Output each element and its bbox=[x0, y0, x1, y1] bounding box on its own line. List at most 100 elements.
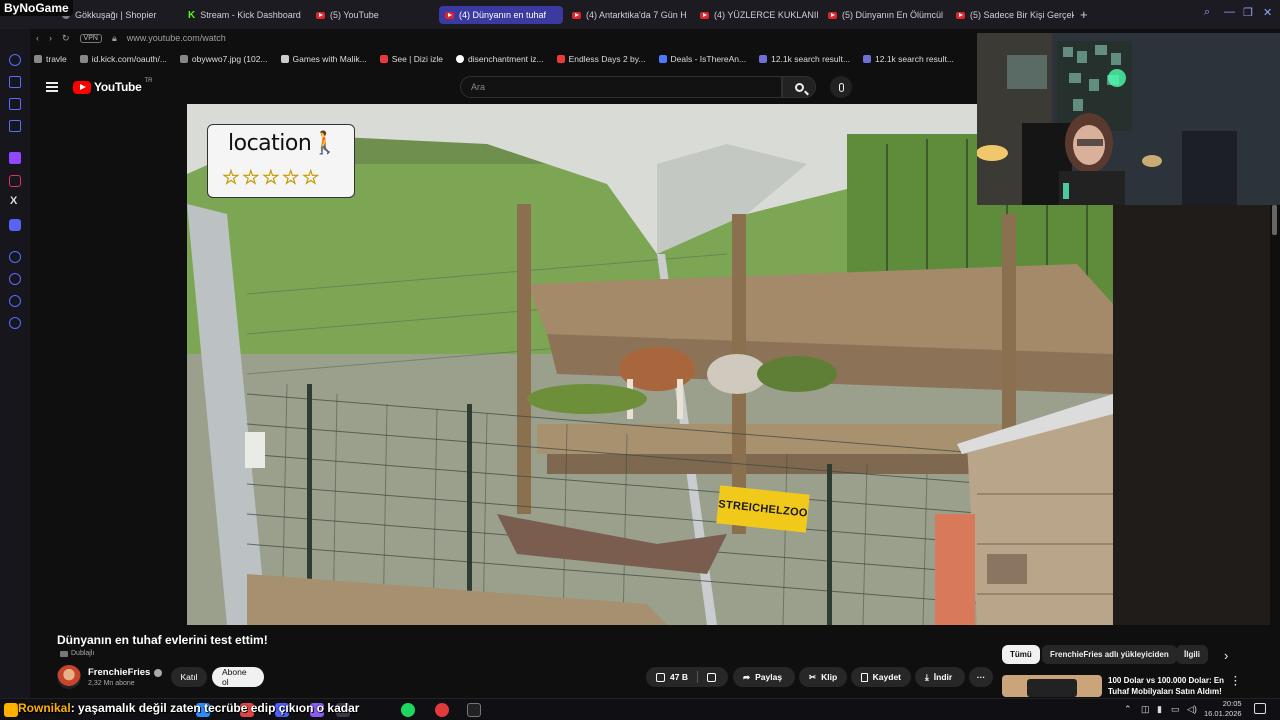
tray-chevron-icon[interactable]: ⌃ bbox=[1124, 704, 1132, 715]
forward-icon[interactable]: › bbox=[49, 33, 52, 43]
x-twitter-icon[interactable]: X bbox=[10, 195, 22, 207]
player-icon[interactable] bbox=[9, 251, 21, 263]
tag-icon bbox=[658, 55, 667, 63]
tab-kick-dashboard[interactable]: K Stream - Kick Dashboard bbox=[182, 6, 308, 24]
tab-youtube[interactable]: (5) YouTube bbox=[310, 6, 434, 24]
tab-kuklanin[interactable]: (4) YÜZLERCE KUKLANIN bbox=[694, 6, 818, 24]
download-button[interactable]: ⤓ İndir bbox=[915, 667, 965, 687]
settings-icon[interactable] bbox=[9, 317, 21, 329]
thumbs-down-icon[interactable] bbox=[706, 672, 716, 682]
tab-shopier[interactable]: Gökkuşağı | Shopier bbox=[56, 6, 176, 24]
webcam-overlay bbox=[977, 33, 1280, 205]
tab-current-video[interactable]: (4) Dünyanın en tuhaf bbox=[439, 6, 563, 24]
tab-antarktika[interactable]: (4) Antarktika'da 7 Gün H bbox=[566, 6, 690, 24]
clip-button[interactable]: ✂ Klip bbox=[799, 667, 847, 687]
new-tab-button[interactable]: + bbox=[1080, 7, 1088, 22]
usb-icon[interactable]: ▮ bbox=[1157, 704, 1162, 715]
bookmark[interactable]: id.kick.com/oauth/... bbox=[79, 54, 167, 64]
microphone-icon bbox=[838, 82, 844, 92]
mail-icon[interactable] bbox=[9, 120, 21, 132]
close-icon[interactable]: ✕ bbox=[1263, 6, 1272, 19]
opera-icon[interactable] bbox=[435, 703, 449, 717]
bookmark[interactable]: obywwo7.jpg (102... bbox=[179, 54, 268, 64]
search-input[interactable]: Ara bbox=[460, 76, 782, 98]
youtube-logo[interactable]: YouTube TR bbox=[73, 78, 152, 94]
menu-icon[interactable] bbox=[46, 82, 58, 92]
network-icon[interactable]: ◫ bbox=[1141, 704, 1150, 715]
chip-all[interactable]: Tümü bbox=[1002, 645, 1040, 664]
subscriber-count: 2,32 Mn abone bbox=[88, 680, 135, 687]
subscribe-button[interactable]: Abone ol bbox=[212, 667, 264, 687]
bookmark[interactable]: Deals - IsThereAn... bbox=[658, 54, 746, 64]
dubbed-badge: Dublajlı bbox=[60, 650, 94, 657]
recommendation-menu-icon[interactable]: · · · bbox=[1234, 673, 1237, 691]
instagram-icon[interactable] bbox=[9, 175, 21, 187]
messenger-icon[interactable] bbox=[9, 98, 21, 110]
address-bar: ‹ › ↻ VPN 🔒︎ www.youtube.com/watch bbox=[30, 29, 980, 47]
youtube-icon bbox=[700, 11, 709, 19]
chat-username: Rownikal bbox=[18, 701, 71, 715]
location-rating-card: location🚶 ☆☆☆☆☆ bbox=[207, 124, 355, 198]
recommendation-title[interactable]: 100 Dolar vs 100.000 Dolar: En Tuhaf Mob… bbox=[1108, 675, 1230, 697]
like-dislike-group: 47 B bbox=[646, 667, 728, 687]
recommendation-thumbnail[interactable] bbox=[1002, 675, 1102, 697]
refresh-sidebar-icon[interactable] bbox=[9, 54, 21, 66]
tab-sadece-bir-kisi[interactable]: (5) Sadece Bir Kişi Gerçek bbox=[950, 6, 1074, 24]
bookmark[interactable]: travle bbox=[34, 54, 67, 64]
bookmark[interactable]: See | Dizi izle bbox=[379, 54, 443, 64]
history-icon[interactable] bbox=[9, 273, 21, 285]
chevron-right-icon[interactable]: › bbox=[1224, 648, 1228, 663]
more-actions-button[interactable]: ··· bbox=[969, 667, 993, 687]
notification-icon[interactable] bbox=[1254, 703, 1266, 714]
channel-name[interactable]: FrenchieFries bbox=[88, 667, 163, 678]
bag-icon[interactable] bbox=[9, 76, 21, 88]
tab-olumcul[interactable]: (5) Dünyanın En Ölümcül K bbox=[822, 6, 946, 24]
bookmark[interactable]: Endless Days 2 by... bbox=[556, 54, 646, 64]
star-rating: ☆☆☆☆☆ bbox=[222, 167, 322, 190]
search-button[interactable] bbox=[782, 76, 816, 98]
system-clock[interactable]: 20:05 16.01.2026 bbox=[1204, 699, 1242, 719]
chip-from-uploader[interactable]: FrenchieFries adlı yükleyiciden bbox=[1042, 645, 1177, 664]
join-button[interactable]: Katıl bbox=[171, 667, 207, 687]
maximize-icon[interactable]: ❐ bbox=[1243, 6, 1253, 19]
share-icon: ➦ bbox=[743, 671, 751, 682]
video-player[interactable]: location🚶 ☆☆☆☆☆ STREICHELZOO bbox=[187, 104, 1113, 625]
volume-icon[interactable]: ◁) bbox=[1187, 704, 1197, 715]
monitor-icon[interactable]: ▭ bbox=[1171, 704, 1180, 715]
spotify-icon[interactable] bbox=[401, 703, 415, 717]
channel-avatar[interactable] bbox=[57, 665, 81, 689]
epic-games-icon[interactable] bbox=[467, 703, 481, 717]
divider bbox=[696, 671, 698, 683]
search-result-icon bbox=[863, 55, 871, 63]
bookmark[interactable]: 12.1k search result... bbox=[759, 54, 850, 64]
chip-related[interactable]: İlgili bbox=[1176, 645, 1208, 664]
bookmark[interactable]: Games with Malik... bbox=[280, 54, 367, 64]
minimize-icon[interactable]: — bbox=[1224, 6, 1235, 18]
chat-badge-icon bbox=[4, 703, 18, 717]
bookmark[interactable]: disenchantment iz... bbox=[456, 54, 544, 64]
voice-search-button[interactable] bbox=[830, 76, 852, 98]
browser-sidebar: X bbox=[0, 29, 30, 699]
steam-deal-icon bbox=[556, 55, 565, 63]
extensions-icon[interactable] bbox=[9, 295, 21, 307]
kick-icon: K bbox=[188, 9, 196, 21]
twitch-icon[interactable] bbox=[9, 152, 21, 164]
stream-logo: ByNoGame bbox=[0, 0, 73, 16]
page-scrollbar[interactable] bbox=[1272, 205, 1277, 235]
share-button[interactable]: ➦ Paylaş bbox=[733, 667, 795, 687]
youtube-icon bbox=[572, 11, 581, 19]
dubbing-icon bbox=[60, 650, 68, 657]
bookmark[interactable]: 12.1k search result... bbox=[863, 54, 954, 64]
youtube-play-icon bbox=[73, 80, 91, 94]
save-button[interactable]: Kaydet bbox=[851, 667, 911, 687]
reload-icon[interactable]: ↻ bbox=[62, 33, 70, 44]
globe-icon bbox=[34, 55, 42, 63]
like-button[interactable]: 47 B bbox=[656, 672, 688, 682]
discord-icon[interactable] bbox=[9, 219, 21, 231]
youtube-icon bbox=[956, 11, 965, 19]
search-tabs-icon[interactable]: ⌕ bbox=[1204, 6, 1210, 19]
vpn-badge[interactable]: VPN bbox=[79, 33, 102, 43]
url-field[interactable]: www.youtube.com/watch bbox=[127, 33, 226, 43]
bookmarks-bar: travle id.kick.com/oauth/... obywwo7.jpg… bbox=[30, 50, 980, 68]
back-icon[interactable]: ‹ bbox=[36, 33, 39, 43]
